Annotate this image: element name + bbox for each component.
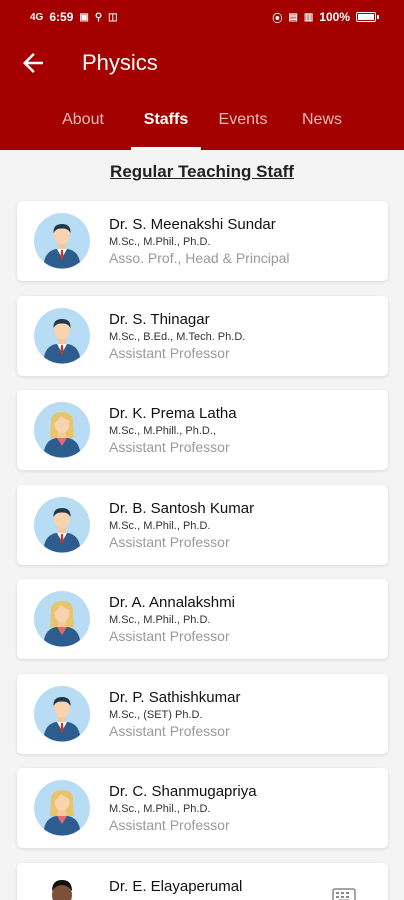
staff-card[interactable]: Dr. S. Thinagar M.Sc., B.Ed., M.Tech. Ph…: [17, 296, 388, 376]
male-avatar-icon: [34, 497, 90, 553]
staff-designation: Assistant Professor: [109, 628, 230, 644]
battery-level: 100%: [319, 10, 350, 24]
staff-designation: Assistant Professor: [109, 439, 230, 455]
staff-designation: Assistant Professor: [109, 817, 230, 833]
battery-icon: [356, 12, 379, 22]
staff-card[interactable]: Dr. P. Sathishkumar M.Sc., (SET) Ph.D. A…: [17, 674, 388, 754]
staff-designation: Assistant Professor: [109, 345, 230, 361]
page-title: Physics: [82, 50, 158, 75]
staff-qualification: M.Sc., M.Phil., Ph.D.: [109, 236, 211, 248]
male-avatar-icon: [34, 308, 90, 364]
staff-qualification: M.Sc., M.Phil., Ph.D.: [109, 803, 211, 815]
tab-about[interactable]: About: [58, 102, 108, 150]
arrow-left-icon[interactable]: [18, 48, 48, 78]
section-heading: Regular Teaching Staff: [110, 162, 294, 181]
female-avatar-icon: [34, 402, 90, 458]
staff-card[interactable]: Dr. E. Elayaperumal: [17, 863, 388, 900]
male-avatar-icon: [34, 686, 90, 742]
staff-qualification: M.Sc., M.Phill., Ph.D.,: [109, 425, 216, 437]
female-avatar-icon: [34, 780, 90, 836]
status-time: 6:59: [49, 10, 74, 24]
staff-qualification: M.Sc., (SET) Ph.D.: [109, 709, 203, 721]
4G-signal-icon: 4G: [30, 11, 44, 23]
staff-name: Dr. B. Santosh Kumar: [109, 500, 255, 517]
staff-designation: Assistant Professor: [109, 723, 230, 739]
staff-designation: Asso. Prof., Head & Principal: [109, 250, 290, 266]
staff-name: Dr. A. Annalakshmi: [109, 594, 235, 611]
staff-qualification: M.Sc., M.Phil., Ph.D.: [109, 614, 211, 626]
staff-qualification: M.Sc., M.Phil., Ph.D.: [109, 520, 211, 532]
staff-name: Dr. K. Prema Latha: [109, 405, 237, 422]
wifi-icon: ▤: [288, 11, 298, 23]
staff-name: Dr. C. Shanmugapriya: [109, 783, 257, 800]
staff-name: Dr. S. Meenakshi Sundar: [109, 216, 276, 233]
staff-qualification: M.Sc., B.Ed., M.Tech. Ph.D.: [109, 331, 246, 343]
status-bar: 4G 6:59 ▣ ⚲ ◫ ⦿ ▤ ▥ 100%: [0, 0, 404, 34]
keyboard-icon[interactable]: [332, 887, 356, 900]
status-right: ⦿ ▤ ▥ 100%: [272, 10, 379, 25]
hotspot-icon: ⦿: [272, 13, 283, 25]
staff-name: Dr. S. Thinagar: [109, 311, 210, 328]
male-avatar-icon: [34, 213, 90, 269]
signal-icon: ▥: [303, 11, 314, 23]
female-avatar-icon: [34, 591, 90, 647]
staff-card[interactable]: Dr. K. Prema Latha M.Sc., M.Phill., Ph.D…: [17, 390, 388, 470]
staff-card[interactable]: Dr. B. Santosh Kumar M.Sc., M.Phil., Ph.…: [17, 485, 388, 565]
tab-staffs[interactable]: Staffs: [131, 102, 201, 150]
nfc-icon: ◫: [108, 11, 118, 23]
staff-designation: Assistant Professor: [109, 534, 230, 550]
staff-name: Dr. E. Elayaperumal: [109, 878, 243, 895]
tab-events[interactable]: Events: [215, 102, 271, 150]
staff-card[interactable]: Dr. S. Meenakshi Sundar M.Sc., M.Phil., …: [17, 201, 388, 281]
title-row: Physics: [0, 44, 404, 84]
status-left: 4G 6:59 ▣ ⚲ ◫: [30, 10, 118, 24]
staff-card[interactable]: Dr. C. Shanmugapriya M.Sc., M.Phil., Ph.…: [17, 768, 388, 848]
staff-card[interactable]: Dr. A. Annalakshmi M.Sc., M.Phil., Ph.D.…: [17, 579, 388, 659]
tab-bar: About Staffs Events News: [0, 102, 404, 150]
staff-name: Dr. P. Sathishkumar: [109, 689, 241, 706]
staff-photo: [34, 871, 90, 900]
app-bar: 4G 6:59 ▣ ⚲ ◫ ⦿ ▤ ▥ 100% Physics About S…: [0, 0, 404, 150]
usb-icon: ⚲: [94, 11, 103, 23]
message-icon: ▣: [79, 11, 89, 23]
tab-news[interactable]: News: [298, 102, 346, 150]
